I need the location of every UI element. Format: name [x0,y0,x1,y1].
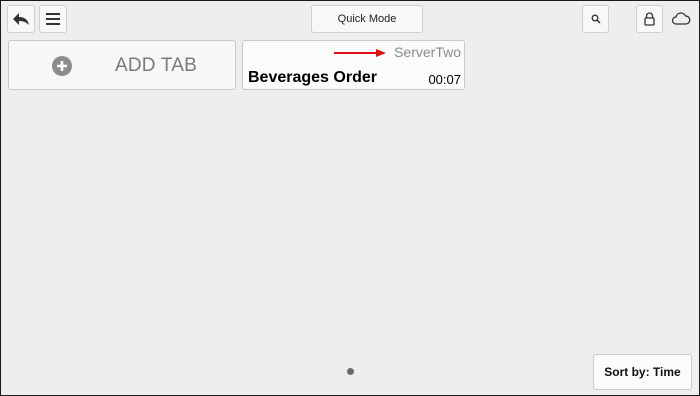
annotation-arrow [334,49,386,57]
menu-button[interactable] [39,5,67,33]
page-indicator-dot [347,368,354,375]
cloud-icon [671,12,691,25]
cloud-sync-button[interactable] [671,10,691,28]
tab-elapsed-time: 00:07 [428,72,461,87]
search-button[interactable] [582,5,609,33]
app-screen: Quick Mode ADD TAB ServerTwo Beverages O… [0,0,700,396]
lock-button[interactable] [636,5,663,33]
add-tab-button[interactable]: ADD TAB [8,40,236,90]
plus-circle-icon [52,56,72,76]
sort-button[interactable]: Sort by: Time [593,354,692,390]
hamburger-menu-icon [46,13,60,25]
tab-title: Beverages Order [248,69,377,86]
tab-card[interactable]: ServerTwo Beverages Order 00:07 [242,40,465,90]
sort-label: Sort by: Time [604,365,681,379]
quick-mode-label: Quick Mode [337,13,397,25]
lock-icon [644,12,655,26]
back-button[interactable] [7,5,35,33]
tab-server-name: ServerTwo [394,44,461,60]
add-tab-label: ADD TAB [115,55,197,76]
back-arrow-icon [13,13,29,25]
quick-mode-button[interactable]: Quick Mode [311,5,423,33]
search-icon [591,14,601,24]
